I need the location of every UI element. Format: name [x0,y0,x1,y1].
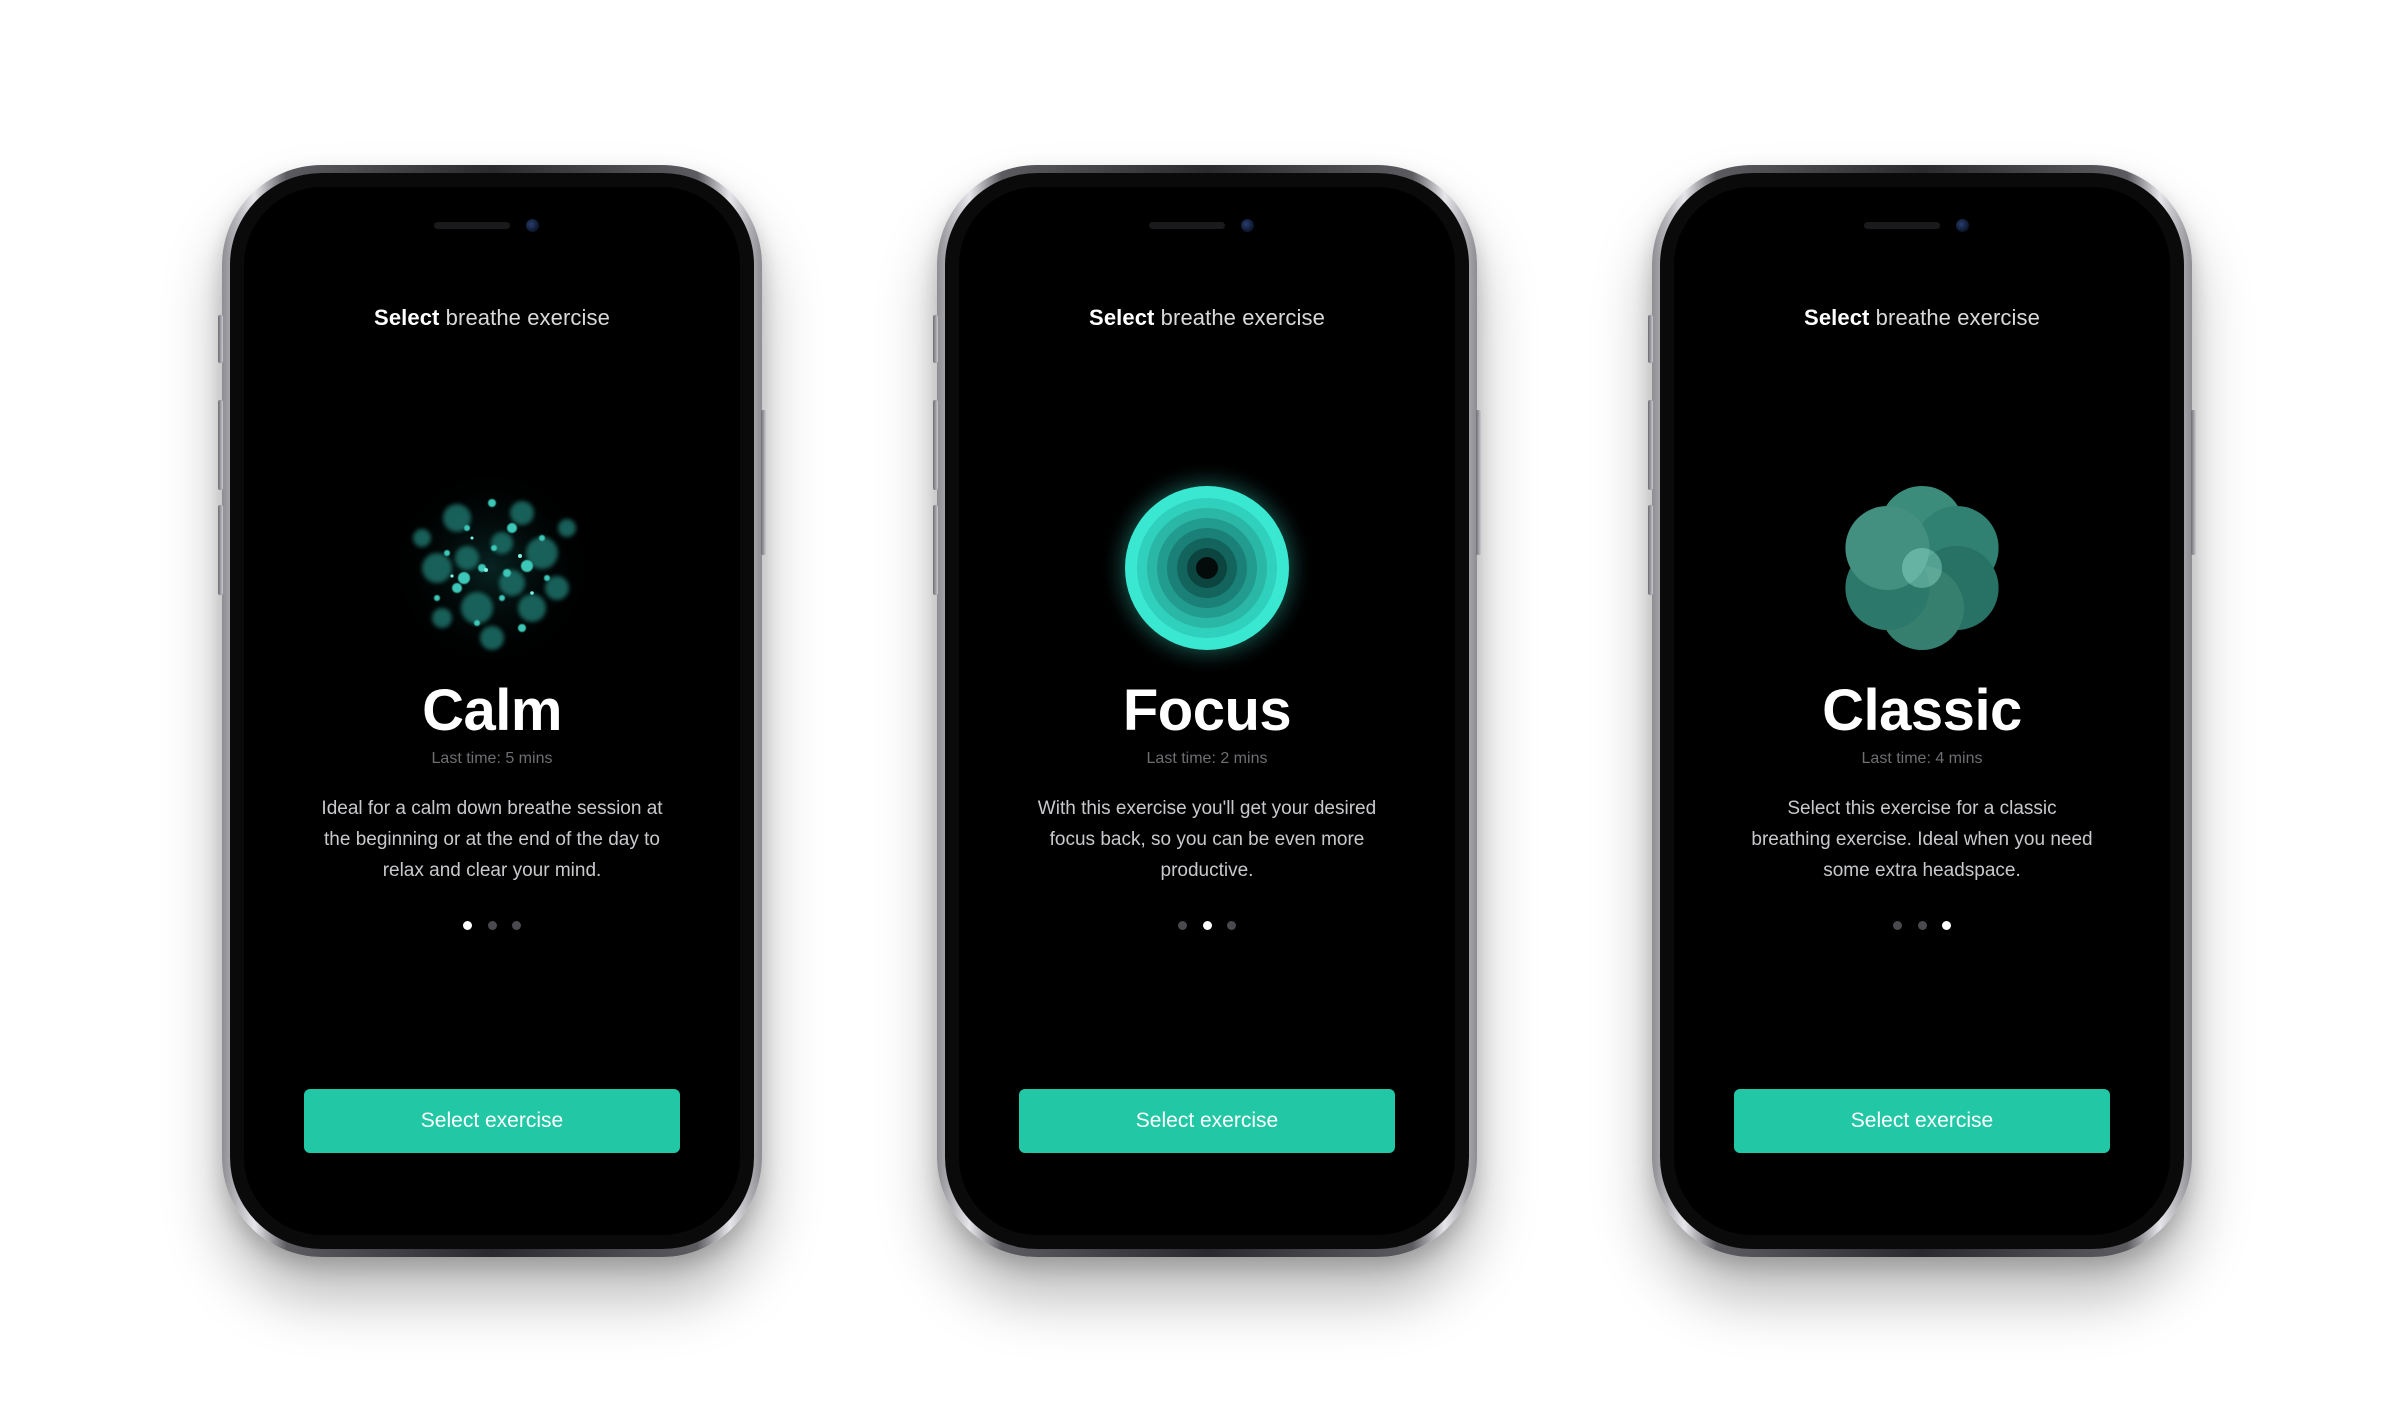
phone-calm: Select breathe exercise Calm Last time: … [218,165,766,1257]
exercise-description: Select this exercise for a classic breat… [1751,798,2093,881]
header-rest: breathe exercise [1869,305,2040,330]
header-rest: breathe exercise [439,305,610,330]
front-camera [1241,219,1254,232]
last-time-label: Last time: 5 mins [431,750,553,767]
page-indicator[interactable] [1893,921,1951,931]
page-dot-3[interactable] [1227,921,1236,930]
page-dot-3[interactable] [1942,921,1951,930]
select-exercise-button[interactable]: Select exercise [304,1089,680,1153]
screen-focus: Select breathe exercise Focus Last time:… [959,187,1455,1235]
last-time-label: Last time: 2 mins [1146,750,1268,767]
page-indicator[interactable] [1178,921,1236,931]
screen-calm: Select breathe exercise Calm Last time: … [244,187,740,1235]
mute-switch [218,315,223,363]
volume-up-button [933,400,938,490]
flower-svg [1845,486,1999,650]
mute-switch [933,315,938,363]
volume-down-button [218,505,223,595]
speaker-grille [1864,222,1940,229]
power-button [761,410,766,555]
page-dot-1[interactable] [1893,921,1902,930]
speaker-grille [1149,222,1225,229]
classic-flower-art [1812,458,2032,678]
page-dot-2[interactable] [1202,921,1212,930]
rings-svg [1099,460,1315,676]
screen-classic: Select breathe exercise Classic Last tim… [1674,187,2170,1235]
page-dot-2[interactable] [1917,921,1927,930]
screen-header: Select breathe exercise [244,305,740,331]
exercise-title: Focus [1122,678,1292,743]
mockup-stage: Select breathe exercise Calm Last time: … [0,0,2400,1411]
select-exercise-button[interactable]: Select exercise [1734,1089,2110,1153]
header-bold: Select [1804,305,1870,330]
phone-classic: Select breathe exercise Classic Last tim… [1648,165,2196,1257]
volume-down-button [1648,505,1653,595]
page-dot-1[interactable] [463,921,472,930]
exercise-description: Ideal for a calm down breathe session at… [321,798,663,881]
select-exercise-button[interactable]: Select exercise [1019,1089,1395,1153]
header-bold: Select [1089,305,1155,330]
phone-focus: Select breathe exercise Focus Last time:… [933,165,1481,1257]
page-dot-1[interactable] [1178,921,1187,930]
screen-header: Select breathe exercise [959,305,1455,331]
speaker-grille [434,222,510,229]
mute-switch [1648,315,1653,363]
calm-particles-art [382,458,602,678]
header-rest: breathe exercise [1154,305,1325,330]
power-button [2191,410,2196,555]
volume-up-button [218,400,223,490]
power-button [1476,410,1481,555]
front-camera [526,219,539,232]
exercise-title: Classic [1822,678,2022,743]
volume-up-button [1648,400,1653,490]
page-dot-2[interactable] [487,921,497,930]
particles-svg [387,463,597,673]
exercise-description: With this exercise you'll get your desir… [1037,798,1377,881]
screen-header: Select breathe exercise [1674,305,2170,331]
front-camera [1956,219,1969,232]
exercise-title: Calm [422,678,562,743]
focus-rings-art [1097,458,1317,678]
page-indicator[interactable] [463,921,521,931]
last-time-label: Last time: 4 mins [1861,750,1983,767]
volume-down-button [933,505,938,595]
page-dot-3[interactable] [512,921,521,930]
header-bold: Select [374,305,440,330]
